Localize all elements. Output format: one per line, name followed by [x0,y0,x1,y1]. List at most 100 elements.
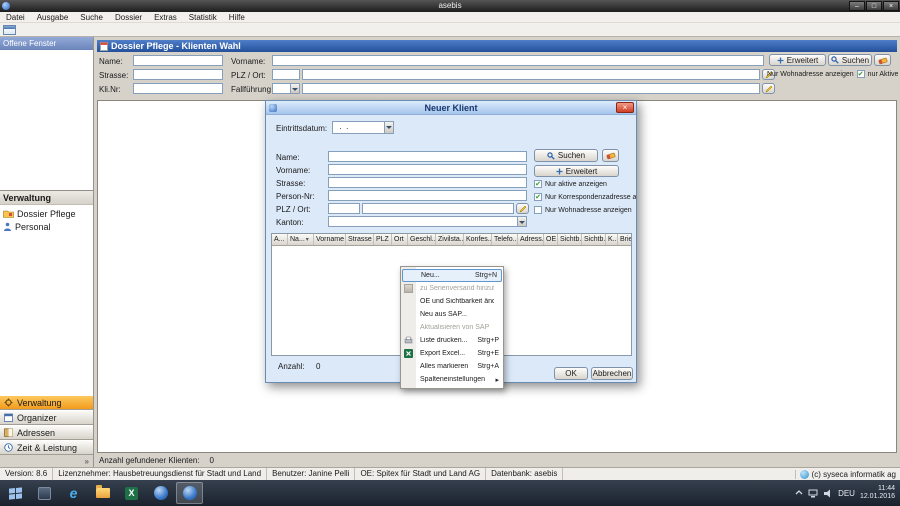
chevron-down-icon[interactable] [384,122,393,133]
column-header[interactable]: Briefa... [618,234,631,245]
sidebar-nav-list: Dossier Pflege Personal [0,205,93,395]
globe-icon [800,470,809,479]
accordion-adressen[interactable]: Adressen [0,425,93,440]
dialog-ort-input[interactable] [362,203,514,214]
dialog-name-input[interactable] [328,151,527,162]
maximize-button[interactable]: □ [866,1,882,11]
chevron-down-icon[interactable] [290,84,299,93]
ok-button[interactable]: OK [554,367,588,380]
asebis-taskbar-icon-active[interactable] [176,482,203,504]
menu-extras[interactable]: Extras [148,12,183,23]
close-button[interactable]: × [883,1,899,11]
dialog-vorname-input[interactable] [328,164,527,175]
column-header[interactable]: Vorname [314,234,346,245]
erweitert-button[interactable]: Erweitert [769,54,826,66]
column-header[interactable]: Telefo... [492,234,518,245]
eintrittsdatum-input[interactable]: . . [332,121,394,134]
ort-input[interactable] [302,69,760,80]
abbrechen-button[interactable]: Abbrechen [591,367,633,380]
minimize-button[interactable]: – [849,1,865,11]
context-menu-item-export-excel[interactable]: Export Excel... Strg+E [401,347,503,360]
menu-datei[interactable]: Datei [0,12,31,23]
context-menu-item-oe-sichtbarkeit[interactable]: OE und Sichtbarkeit ändern [401,295,503,308]
accordion-verwaltung[interactable]: Verwaltung [0,395,93,410]
column-header[interactable]: Na...▾ [288,234,314,245]
context-menu-item-alles-markieren[interactable]: Alles markieren Strg+A [401,360,503,373]
dialog-titlebar[interactable]: Neuer Klient × [266,101,636,115]
dialog-ort-lookup-button[interactable] [516,203,529,214]
wohnadresse-checkbox[interactable]: ✔ [857,70,865,78]
strasse-label: Strasse: [99,70,128,81]
column-header[interactable]: Konfes... [464,234,492,245]
taskbar-app-icon[interactable] [31,482,58,504]
language-indicator[interactable]: DEU [838,489,855,498]
menu-dossier[interactable]: Dossier [109,12,148,23]
dialog-erweitert-button[interactable]: Erweitert [534,165,619,177]
clock-time: 11:44 [860,485,895,493]
excel-icon[interactable]: X [118,482,145,504]
overflow-chevron-icon[interactable]: » [85,457,89,466]
column-header[interactable]: Zivilsta... [436,234,464,245]
korrespondenzadresse-checkbox[interactable]: ✔ [534,193,542,201]
column-header[interactable]: Adress... [518,234,544,245]
menu-statistik[interactable]: Statistik [183,12,223,23]
dialog-suchen-button[interactable]: Suchen [534,149,598,162]
dialog-person-nr-label: Person-Nr: [276,191,315,202]
column-header[interactable]: Sichtb... [558,234,582,245]
asebis-taskbar-icon[interactable] [147,482,174,504]
column-header[interactable]: Sichtb... [582,234,606,245]
dialog-strasse-input[interactable] [328,177,527,188]
hidden-icons-chevron[interactable] [795,489,803,497]
accordion-organizer[interactable]: Organizer [0,410,93,425]
accordion-zeit-leistung[interactable]: Zeit & Leistung [0,440,93,455]
start-button[interactable] [0,480,30,506]
column-header[interactable]: Geschl... [408,234,436,245]
toolbar-window-icon[interactable] [3,25,16,35]
dialog-person-nr-input[interactable] [328,190,527,201]
context-menu-item-neu-aus-sap[interactable]: Neu aus SAP... [401,308,503,321]
wohnadresse-checkbox[interactable] [534,206,542,214]
context-menu-item-liste-drucken[interactable]: Liste drucken... Strg+P [401,334,503,347]
clear-button[interactable] [874,54,891,66]
menu-hilfe[interactable]: Hilfe [223,12,251,23]
column-header[interactable]: Ort [392,234,408,245]
suchen-button[interactable]: Suchen [828,54,872,66]
volume-icon[interactable] [823,489,833,498]
fallfuehrung-combo[interactable] [272,83,300,94]
file-explorer-icon[interactable] [89,482,116,504]
name-input[interactable] [133,55,223,66]
internet-explorer-icon[interactable]: e [60,482,87,504]
nur-aktive-checkbox[interactable]: ✔ [534,180,542,188]
strasse-input[interactable] [133,69,223,80]
column-header[interactable]: Strasse [346,234,374,245]
context-menu-item-neu[interactable]: Neu... Strg+N [402,269,502,282]
person-icon [3,222,12,231]
menu-suche[interactable]: Suche [74,12,109,23]
folder-icon [96,488,110,498]
column-header[interactable]: OE [544,234,558,245]
clock[interactable]: 11:44 12.01.2016 [860,485,895,501]
plz-input[interactable] [272,69,300,80]
status-version: Version: 8.6 [0,468,53,480]
menu-ausgabe[interactable]: Ausgabe [31,12,75,23]
dialog-plz-input[interactable] [328,203,360,214]
dialog-clear-button[interactable] [602,149,619,162]
sidebar-item-dossier-pflege[interactable]: Dossier Pflege [0,207,93,220]
dialog-kanton-label: Kanton: [276,217,304,228]
kli-nr-input[interactable] [133,83,223,94]
name-label: Name: [99,56,123,67]
dialog-close-button[interactable]: × [616,102,634,113]
column-header[interactable]: K... [606,234,618,245]
network-icon[interactable] [808,489,818,498]
context-menu-item-spalteneinstellungen[interactable]: Spalteneinstellungen ▸ [401,373,503,386]
fallfuehrung-lookup-button[interactable] [762,83,775,94]
dialog-kanton-combo[interactable] [328,216,527,227]
open-windows-list[interactable] [0,50,93,191]
column-header[interactable]: PLZ [374,234,392,245]
fallfuehrung-input[interactable] [302,83,760,94]
sort-icon: ▾ [306,236,309,243]
vorname-input[interactable] [272,55,764,66]
column-header[interactable]: A... [272,234,288,245]
chevron-down-icon[interactable] [517,217,526,226]
sidebar-item-personal[interactable]: Personal [0,220,93,233]
